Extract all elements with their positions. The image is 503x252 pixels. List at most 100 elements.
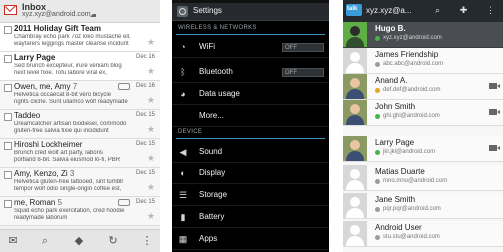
message-row[interactable]: Larry Page Dec 16 Sed brunch excepteur, … — [0, 52, 160, 81]
contact-email: stu.stu@android.com — [383, 234, 440, 240]
message-row[interactable]: Owen, me, Amy 7 Dec 16 Helvetica occaeca… — [0, 81, 160, 110]
account-dropdown-icon[interactable] — [90, 14, 96, 17]
message-checkbox[interactable] — [4, 55, 12, 63]
section-header-wireless: WIRELESS & NETWORKS — [178, 25, 257, 31]
settings-item-more[interactable]: More... — [172, 106, 329, 127]
attachment-icon — [118, 83, 130, 90]
message-date: Dec 15 — [135, 141, 155, 147]
gmail-logo-icon[interactable] — [4, 5, 17, 15]
compose-icon[interactable]: ✉ — [6, 234, 20, 248]
account-label[interactable]: xyz.xyz@android.com — [22, 11, 91, 18]
star-icon[interactable]: ★ — [147, 211, 155, 222]
bluetooth-label: Bluetooth — [199, 67, 233, 76]
overflow-menu-icon[interactable]: ⋮ — [140, 234, 154, 248]
message-date: Dec 15 — [135, 112, 155, 118]
settings-item-wifi[interactable]: ◔ WiFi OFF — [172, 37, 329, 58]
settings-action-bar: Settings — [172, 3, 329, 21]
refresh-icon[interactable]: ↻ — [106, 234, 120, 248]
video-camera-icon[interactable] — [489, 83, 500, 89]
message-row[interactable]: me, Roman 5 Dec 15 Squid echo park exerc… — [0, 197, 160, 226]
settings-item-storage[interactable]: ☰ Storage — [172, 185, 329, 206]
contact-name: Larry Page — [375, 138, 415, 147]
message-snippet: readymade laborum — [14, 215, 68, 221]
bluetooth-toggle[interactable]: OFF — [282, 68, 324, 77]
add-contact-icon[interactable]: ✚ — [457, 4, 470, 17]
avatar — [343, 100, 367, 125]
message-checkbox[interactable] — [4, 200, 12, 208]
contact-row[interactable]: Anand A. def.def@android.com — [343, 74, 503, 100]
message-date: Dec 15 — [135, 199, 155, 205]
search-icon[interactable]: ⌕ — [38, 234, 52, 248]
settings-app-icon[interactable] — [177, 6, 188, 17]
contact-row[interactable]: Hugo B. xyz.xyz@android.com — [343, 22, 503, 48]
star-icon[interactable]: ★ — [147, 95, 155, 106]
message-snippet: Brunch cred wolf art party, laboris — [14, 150, 103, 156]
wifi-label: WiFi — [199, 42, 215, 51]
message-snippet: Dreamcatcher artisan biodiesel, commodo — [14, 121, 127, 127]
settings-title: Settings — [193, 6, 222, 15]
settings-item-bluetooth[interactable]: ᛒ Bluetooth OFF — [172, 62, 329, 83]
message-row[interactable]: Amy, Kenzo, Zi 3 Dec 15 Helvetica gluten… — [0, 168, 160, 197]
message-snippet: Helvetica gluten-free tattooed, sint tum… — [14, 179, 124, 185]
star-icon[interactable]: ★ — [147, 182, 155, 193]
contact-row[interactable]: Larry Page jkl.jkl@android.com — [343, 136, 503, 162]
talk-logo-icon[interactable]: talk — [346, 4, 362, 16]
talk-action-bar: talk xyz.xyz@a... ⌕ ✚ ⋮ — [343, 0, 503, 22]
contact-email: mno.mno@android.com — [383, 178, 448, 184]
message-snippet: rights cliche. Sunt ullamco wolf readyma… — [14, 99, 128, 105]
settings-item-apps[interactable]: ▦ Apps — [172, 229, 329, 250]
avatar — [343, 48, 367, 73]
label-icon[interactable]: ◆ — [72, 234, 86, 248]
settings-item-data-usage[interactable]: ◕ Data usage — [172, 84, 329, 105]
message-snippet: Chambray echo park 7oz loko mustache ell… — [14, 34, 131, 40]
presence-offline-icon — [375, 207, 380, 212]
apps-icon: ▦ — [178, 234, 188, 244]
contact-name: Android User — [375, 223, 422, 232]
contact-name: John Smith — [375, 102, 416, 111]
wifi-toggle[interactable]: OFF — [282, 43, 324, 52]
star-icon[interactable]: ★ — [147, 153, 155, 164]
message-sender: me, Roman 5 — [14, 198, 63, 207]
data-usage-icon: ◕ — [180, 89, 186, 99]
contact-email: def.def@android.com — [383, 87, 441, 93]
message-checkbox[interactable] — [4, 26, 12, 34]
message-sender: Hiroshi Lockheimer — [14, 140, 83, 149]
message-snippet: tempor wolf odio single-origin coffee es… — [14, 186, 122, 192]
star-icon[interactable]: ★ — [147, 124, 155, 135]
presence-offline-icon — [375, 62, 380, 67]
video-camera-icon[interactable] — [489, 109, 500, 115]
overflow-menu-icon[interactable]: ⋮ — [484, 4, 497, 17]
avatar — [343, 193, 367, 218]
settings-item-battery[interactable]: ▮ Battery — [172, 207, 329, 228]
video-camera-icon[interactable] — [489, 145, 500, 151]
message-checkbox[interactable] — [4, 113, 12, 121]
contact-email: abc.abc@android.com — [383, 61, 444, 67]
contact-row[interactable]: Android User stu.stu@android.com — [343, 221, 503, 247]
contact-email: pqr.pqr@android.com — [383, 206, 441, 212]
contact-name: Jane Smith — [375, 195, 416, 204]
contact-row[interactable]: Matias Duarte mno.mno@android.com — [343, 165, 503, 191]
contact-row[interactable]: Jane Smith pqr.pqr@android.com — [343, 193, 503, 219]
star-icon[interactable]: ★ — [147, 66, 155, 77]
avatar — [343, 136, 367, 161]
message-snippet: next level fixie. Tofu labore viral ex, — [14, 70, 107, 76]
message-sender: Owen, me, Amy 7 — [14, 82, 78, 91]
sound-label: Sound — [199, 147, 223, 156]
settings-item-display[interactable]: ◐ Display — [172, 163, 329, 184]
star-icon[interactable]: ★ — [147, 37, 155, 48]
talk-account-label[interactable]: xyz.xyz@a... — [366, 6, 411, 15]
message-row[interactable]: 2011 Holiday Gift Team Chambray echo par… — [0, 23, 160, 52]
settings-item-sound[interactable]: ◀ Sound — [172, 142, 329, 163]
search-icon[interactable]: ⌕ — [431, 4, 444, 17]
contact-name: Anand A. — [375, 76, 408, 85]
message-checkbox[interactable] — [4, 171, 12, 179]
avatar — [343, 165, 367, 190]
message-snippet: Helvetica occaecat 8-bit vero bicycle — [14, 92, 112, 98]
contact-name: Hugo B. — [375, 24, 406, 33]
contact-row[interactable]: James Friendship abc.abc@android.com — [343, 48, 503, 74]
contact-row[interactable]: John Smith ghi.ghi@android.com — [343, 100, 503, 126]
message-checkbox[interactable] — [4, 142, 12, 150]
message-row[interactable]: Hiroshi Lockheimer Dec 15 Brunch cred wo… — [0, 139, 160, 168]
message-row[interactable]: Taddeo Dec 15 Dreamcatcher artisan biodi… — [0, 110, 160, 139]
message-checkbox[interactable] — [4, 84, 12, 92]
